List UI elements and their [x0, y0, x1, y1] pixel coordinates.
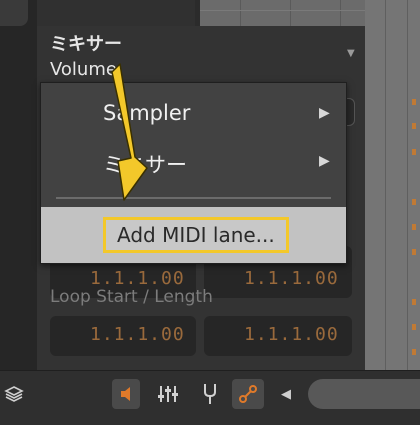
- top-panel-strip: [37, 0, 195, 27]
- modulation-icon[interactable]: [232, 379, 264, 409]
- grid-line: [290, 0, 291, 26]
- note-marker: [412, 199, 416, 205]
- menu-item-sampler[interactable]: Sampler ▶: [41, 93, 346, 137]
- loop-length-field[interactable]: 1.1.1.00: [204, 316, 352, 356]
- device-title: ミキサー: [50, 34, 122, 55]
- loop-start-field[interactable]: 1.1.1.00: [50, 316, 196, 356]
- grid-line: [407, 0, 408, 370]
- note-marker: [412, 299, 416, 305]
- arranger-right-area[interactable]: [365, 0, 420, 370]
- grid-line: [385, 0, 386, 370]
- menu-item-add-midi-lane[interactable]: Add MIDI lane...: [41, 207, 346, 263]
- note-marker: [412, 349, 416, 355]
- menu-item-label: ミキサー: [103, 153, 187, 177]
- horizontal-scrollbar[interactable]: [308, 379, 420, 409]
- loop-start-value: 1.1.1.00: [90, 324, 185, 345]
- menu-item-label: Sampler: [103, 101, 191, 125]
- note-marker: [412, 99, 416, 105]
- gutter-button[interactable]: [0, 0, 28, 26]
- loop-length-value: 1.1.1.00: [244, 324, 339, 345]
- start-value: 1.1.1.00: [90, 268, 185, 289]
- grid-line: [240, 0, 241, 26]
- parameter-name: Volume: [50, 59, 117, 80]
- submenu-arrow-icon: ▶: [319, 153, 330, 169]
- note-marker: [412, 149, 416, 155]
- note-marker: [412, 324, 416, 330]
- mixer-faders-icon[interactable]: [154, 379, 182, 409]
- context-menu: Sampler ▶ ミキサー ▶ Add MIDI lane...: [40, 82, 347, 264]
- speaker-icon[interactable]: [112, 379, 140, 409]
- arranger-track-area[interactable]: [200, 0, 365, 26]
- loop-start-length-label: Loop Start / Length: [50, 287, 213, 307]
- menu-item-mixer[interactable]: ミキサー ▶: [41, 141, 346, 185]
- note-marker: [412, 249, 416, 255]
- grid-line: [340, 0, 341, 26]
- add-midi-lane-label: Add MIDI lane...: [103, 217, 289, 253]
- note-marker: [412, 123, 416, 129]
- submenu-arrow-icon: ▶: [319, 105, 330, 121]
- bottom-toolbar: ◀: [0, 370, 420, 425]
- grid-line: [200, 10, 365, 11]
- layers-icon[interactable]: [0, 379, 28, 409]
- length-value: 1.1.1.00: [244, 268, 339, 289]
- menu-separator: [56, 197, 331, 199]
- device-header[interactable]: ミキサー Volume ▼: [37, 28, 365, 84]
- left-gutter: [0, 0, 37, 370]
- chevron-down-icon[interactable]: ▼: [347, 48, 355, 59]
- scroll-left-arrow-icon[interactable]: ◀: [276, 379, 296, 409]
- note-marker: [412, 224, 416, 230]
- tuning-fork-icon[interactable]: [196, 379, 224, 409]
